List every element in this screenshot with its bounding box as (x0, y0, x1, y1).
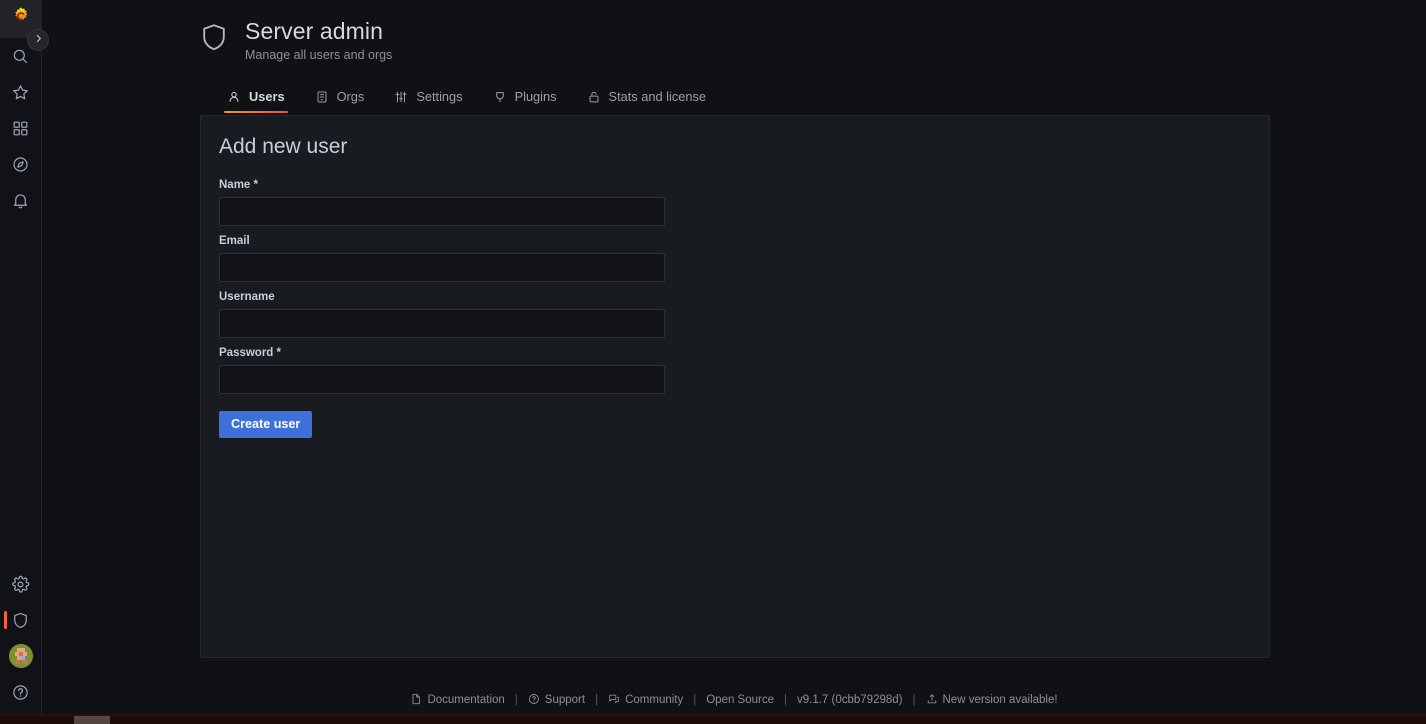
shield-icon (11, 611, 30, 630)
taskbar-item[interactable] (74, 716, 110, 724)
panel-heading: Add new user (219, 135, 348, 158)
footer-separator: | (912, 694, 916, 706)
footer-link-support-label: Support (544, 694, 586, 706)
field-email-label: Email (219, 235, 250, 247)
tab-stats-and-license[interactable]: Stats and license (572, 90, 721, 113)
field-name-label: Name * (219, 179, 258, 191)
sidebar-item-dashboards[interactable] (0, 110, 42, 146)
footer-separator: | (693, 694, 697, 706)
user-icon (227, 90, 241, 104)
chevron-right-icon (33, 31, 44, 49)
grafana-logo-icon (10, 6, 32, 33)
sidebar-item-starred[interactable] (0, 74, 42, 110)
field-password: Password * (219, 346, 1251, 394)
os-taskbar-sliver (0, 714, 1426, 724)
page-subtitle: Manage all users and orgs (245, 48, 393, 62)
page-content: Server admin Manage all users and orgs U… (42, 0, 1426, 724)
footer-separator: | (514, 694, 518, 706)
grafana-app-window: Server admin Manage all users and orgs U… (0, 0, 1426, 724)
question-circle-icon (528, 693, 540, 708)
lock-icon (587, 90, 601, 104)
tab-orgs[interactable]: Orgs (300, 90, 380, 113)
avatar (8, 644, 33, 668)
plug-icon (493, 90, 507, 104)
footer-link-documentation[interactable]: Documentation (410, 693, 505, 708)
footer-link-new-version-label: New version available! (942, 694, 1058, 706)
admin-tabbar: Users Orgs Settings Plugins Stats and li… (212, 83, 721, 113)
footer-link-documentation-label: Documentation (427, 694, 505, 706)
tab-stats-and-license-label: Stats and license (608, 89, 707, 104)
field-username: Username (219, 290, 1251, 338)
footer-separator: | (784, 694, 787, 706)
email-input[interactable] (219, 253, 665, 282)
question-circle-icon (11, 683, 30, 702)
footer-separator: | (595, 694, 599, 706)
taskbar-accent-line (0, 714, 1426, 716)
footer-link-support[interactable]: Support (528, 693, 585, 708)
page-header: Server admin Manage all users and orgs (200, 18, 1300, 64)
document-icon (410, 693, 422, 708)
download-arrow-icon (926, 693, 938, 708)
sidebar-item-configuration[interactable] (0, 566, 42, 602)
field-email: Email (219, 234, 1251, 282)
gear-icon (11, 575, 30, 594)
apps-grid-icon (11, 119, 30, 138)
field-username-label: Username (219, 291, 275, 303)
sliders-icon (394, 90, 408, 104)
tab-plugins[interactable]: Plugins (478, 90, 572, 113)
bell-icon (11, 191, 30, 210)
footer-link-community[interactable]: Community (608, 693, 683, 708)
tab-settings[interactable]: Settings (379, 90, 477, 113)
page-header-shield-icon (200, 18, 228, 61)
tab-orgs-label: Orgs (336, 89, 365, 104)
tab-users[interactable]: Users (212, 90, 300, 113)
sidebar-item-server-admin[interactable] (0, 602, 42, 638)
password-input[interactable] (219, 365, 665, 394)
name-input[interactable] (219, 197, 665, 226)
create-user-button[interactable]: Create user (219, 411, 313, 438)
tab-users-label: Users (249, 89, 285, 104)
sidebar-item-explore[interactable] (0, 146, 42, 182)
nav-bottom-group (0, 566, 42, 724)
tab-plugins-label: Plugins (514, 89, 557, 104)
field-name: Name * (219, 178, 1251, 226)
field-password-label: Password * (219, 347, 281, 359)
footer-version[interactable]: v9.1.7 (0cbb79298d) (797, 694, 903, 706)
expand-nav-button[interactable] (27, 29, 49, 51)
comments-icon (608, 693, 620, 708)
sidebar-item-alerting[interactable] (0, 182, 42, 218)
tab-settings-label: Settings (416, 89, 463, 104)
add-new-user-panel: Add new user Name * Email Username Passw… (200, 115, 1270, 658)
sidebar-item-profile[interactable] (0, 638, 42, 674)
building-icon (315, 90, 329, 104)
footer-link-new-version[interactable]: New version available! (926, 693, 1058, 708)
footer-link-community-label: Community (625, 694, 684, 706)
page-title: Server admin (245, 18, 383, 44)
username-input[interactable] (219, 309, 665, 338)
footer-link-open-source[interactable]: Open Source (706, 694, 774, 706)
search-icon (11, 47, 30, 66)
star-icon (11, 83, 30, 102)
side-nav-rail (0, 0, 42, 724)
compass-icon (11, 155, 30, 174)
sidebar-item-help[interactable] (0, 674, 42, 710)
app-footer: Documentation | Support | Community | Op… (42, 688, 1426, 712)
